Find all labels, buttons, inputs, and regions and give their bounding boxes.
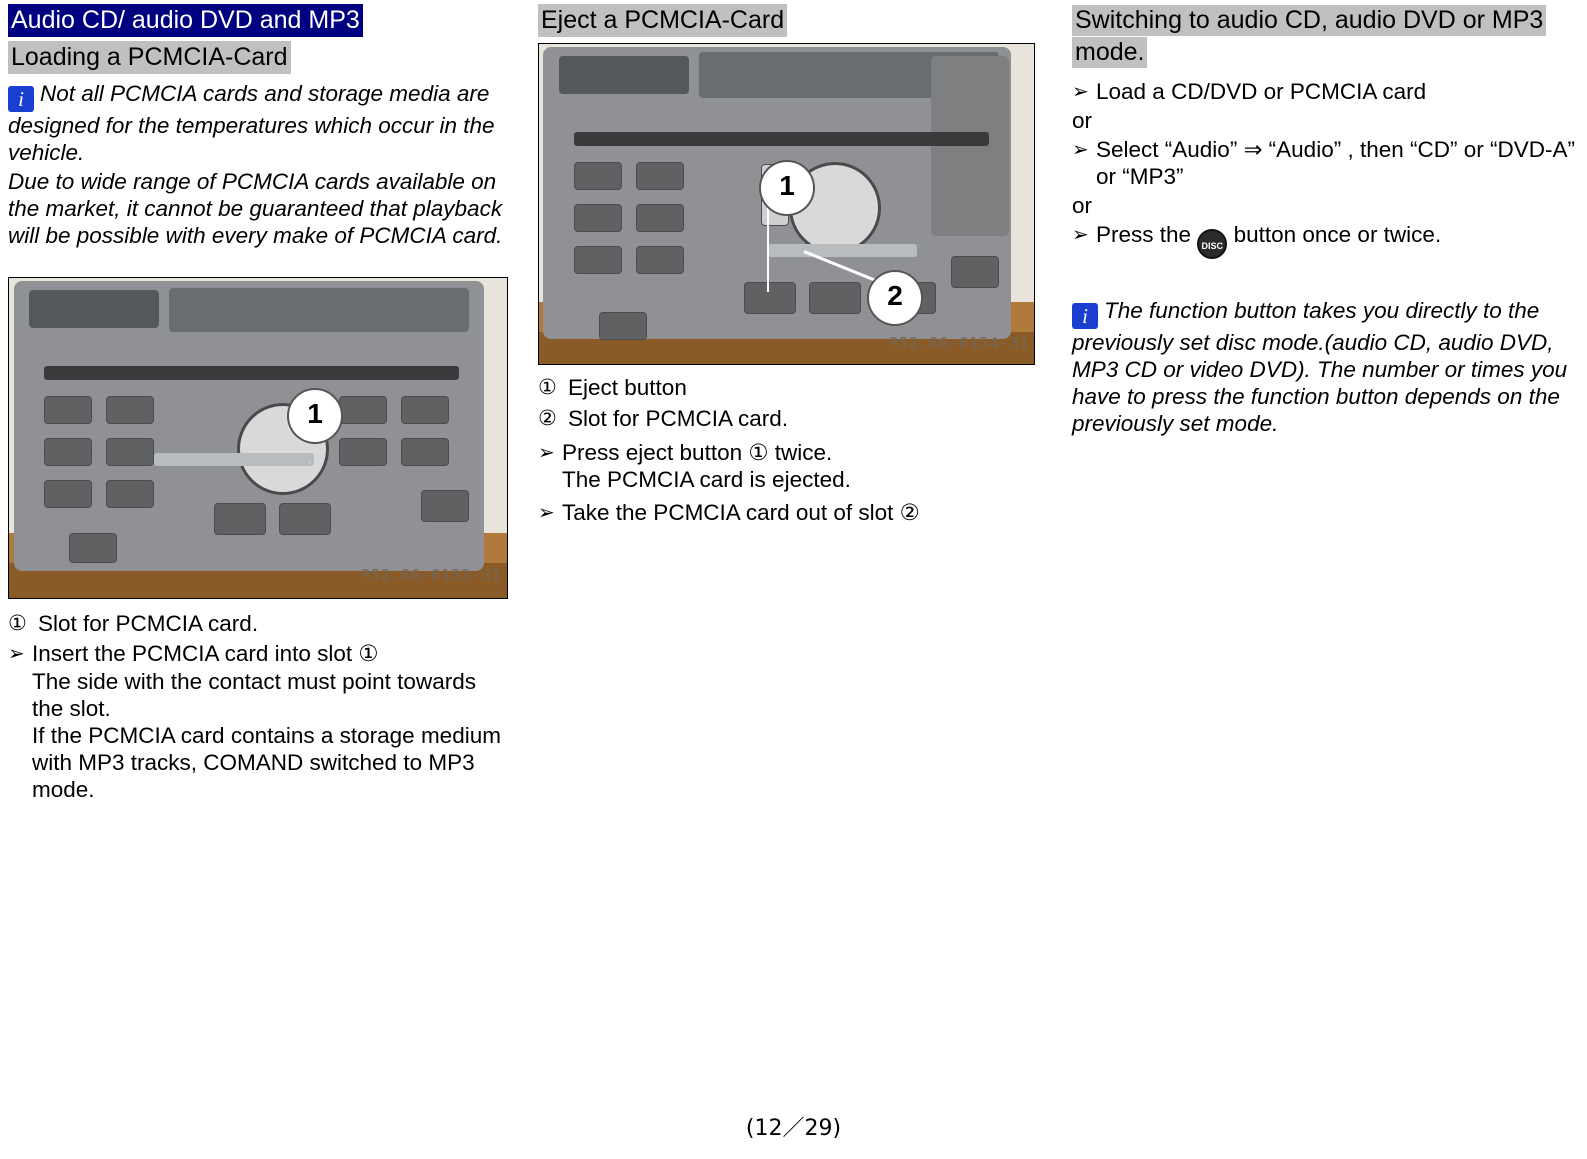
section-title-audio-cd: Audio CD/ audio DVD and MP3 — [8, 4, 363, 37]
col3-step-3: ➢ Press the DISC button once or twice. — [1072, 221, 1580, 259]
col3-step-1: ➢ Load a CD/DVD or PCMCIA card — [1072, 78, 1580, 105]
column-left: Audio CD/ audio DVD and MP3 Loading a PC… — [8, 0, 508, 803]
col2-step-1-text: Press eject button ① twice. — [562, 440, 833, 465]
section-title-eject-pcmcia: Eject a PCMCIA-Card — [538, 4, 788, 37]
step-arrow-icon: ➢ — [538, 500, 555, 524]
col3-note-wrap: i The function button takes you directly … — [1072, 297, 1580, 437]
col1-note-lead: Not all PCMCIA cards and storage media a… — [8, 81, 495, 165]
col1-note-body: Due to wide range of PCMCIA cards availa… — [8, 169, 503, 248]
col3-step-1-text: Load a CD/DVD or PCMCIA card — [1096, 79, 1427, 104]
legend2-text-2: Slot for PCMCIA card. — [568, 406, 789, 431]
col3-or-1: or — [1072, 108, 1093, 133]
col2-step-1-sub: The PCMCIA card is ejected. — [562, 467, 851, 492]
step-arrow-icon: ➢ — [1072, 79, 1089, 103]
legend-text-1: Slot for PCMCIA card. — [38, 611, 259, 636]
col3-step-3-text: Press the DISC button once or twice. — [1096, 221, 1580, 259]
col2-step-1: ➢ Press eject button ① twice. — [538, 439, 1038, 466]
figure2-stamp: P52.86-6154-31 — [889, 334, 1030, 352]
figure2-callout-2: 2 — [869, 272, 921, 324]
legend2-marker-1: ① — [538, 375, 557, 399]
info-icon: i — [8, 86, 34, 112]
page-footer: (12／29) — [745, 1116, 842, 1141]
col2-legend-1: ① Eject button — [538, 373, 1038, 402]
col3-title-wrap: Switching to audio CD, audio DVD or MP3 … — [1072, 4, 1580, 68]
legend2-marker-2: ② — [538, 406, 557, 430]
col2-title-wrap: Eject a PCMCIA-Card — [538, 4, 1038, 37]
section-title-switching-mode: Switching to audio CD, audio DVD or MP3 … — [1072, 5, 1547, 68]
figure-pcmcia-slot: 1 P52.86-6153-31 — [8, 277, 508, 599]
step-arrow-icon: ➢ — [538, 440, 555, 464]
col2-step-2-text: Take the PCMCIA card out of slot ② — [562, 500, 920, 525]
col1-note-lead-wrap: i Not all PCMCIA cards and storage media … — [8, 80, 508, 166]
disc-button-icon[interactable]: DISC — [1197, 229, 1228, 259]
document-page: Audio CD/ audio DVD and MP3 Loading a PC… — [0, 0, 1587, 1159]
col3-press-before: Press the — [1096, 222, 1192, 247]
col3-press-after: button once or twice. — [1233, 222, 1442, 247]
step-arrow-icon: ➢ — [1072, 137, 1089, 161]
legend-marker-1: ① — [8, 611, 27, 635]
col2-legend-2: ② Slot for PCMCIA card. — [538, 404, 1038, 433]
info-icon: i — [1072, 303, 1098, 329]
col3-or-2: or — [1072, 193, 1093, 218]
col1-note: i Not all PCMCIA cards and storage media … — [8, 80, 508, 249]
step-arrow-icon: ➢ — [8, 641, 25, 665]
column-right: Switching to audio CD, audio DVD or MP3 … — [1072, 0, 1580, 437]
col1-legend-1: ① Slot for PCMCIA card. — [8, 609, 508, 638]
col3-note-text: The function button takes you directly t… — [1072, 298, 1568, 436]
figure-callout-1: 1 — [289, 390, 341, 442]
figure-eject-button: 1 2 P52.86-6154-31 — [538, 43, 1035, 365]
section-title-loading-pcmcia: Loading a PCMCIA-Card — [8, 41, 291, 74]
col1-step-1-text: Insert the PCMCIA card into slot ① — [32, 641, 379, 666]
column-middle: Eject a PCMCIA-Card 1 2 P52.86-6154-31 ①… — [538, 0, 1038, 526]
col1-step-1: ➢ Insert the PCMCIA card into slot ① — [8, 640, 508, 667]
figure-stamp: P52.86-6153-31 — [361, 566, 502, 584]
col1-title-blue-wrap: Audio CD/ audio DVD and MP3 — [8, 4, 508, 37]
col1-title-gray-wrap: Loading a PCMCIA-Card — [8, 41, 508, 74]
col3-step-2-text: Select “Audio” ⇒ “Audio” , then “CD” or … — [1096, 137, 1575, 189]
col1-step-1-sub: The side with the contact must point tow… — [32, 669, 501, 802]
col2-step-2: ➢ Take the PCMCIA card out of slot ② — [538, 499, 1038, 526]
col3-note: i The function button takes you directly … — [1072, 297, 1580, 437]
figure2-callout-1: 1 — [761, 162, 813, 214]
step-arrow-icon: ➢ — [1072, 222, 1089, 246]
col3-step-2: ➢ Select “Audio” ⇒ “Audio” , then “CD” o… — [1072, 136, 1580, 190]
legend2-text-1: Eject button — [568, 375, 687, 400]
